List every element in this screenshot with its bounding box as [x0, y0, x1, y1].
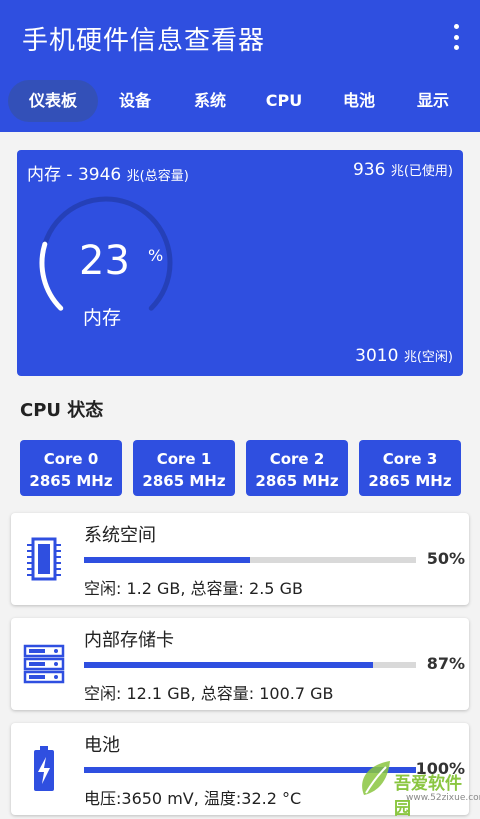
core-frequency: 2865 MHz — [368, 472, 452, 490]
system-space-card[interactable]: 系统空间 50% 空闲: 1.2 GB, 总容量: 2.5 GB — [11, 513, 469, 605]
memory-total-label: 内存 - 3946 — [27, 165, 122, 185]
core-1-card[interactable]: Core 1 2865 MHz — [133, 440, 235, 496]
system-space-title: 系统空间 — [84, 525, 156, 546]
tab-cpu[interactable]: CPU — [255, 80, 313, 122]
system-space-percent: 50% — [426, 549, 465, 568]
tab-dashboard[interactable]: 仪表板 — [8, 80, 98, 122]
core-name: Core 0 — [43, 450, 99, 468]
memory-used-unit: 兆(已使用) — [390, 164, 453, 179]
internal-storage-percent: 87% — [426, 654, 465, 673]
cpu-section-title: CPU 状态 — [20, 400, 104, 421]
internal-storage-progress — [84, 662, 416, 668]
core-name: Core 1 — [156, 450, 212, 468]
app-title: 手机硬件信息查看器 — [22, 26, 266, 56]
core-3-card[interactable]: Core 3 2865 MHz — [359, 440, 461, 496]
core-frequency: 2865 MHz — [255, 472, 339, 490]
tab-display[interactable]: 显示 — [403, 80, 463, 122]
core-0-card[interactable]: Core 0 2865 MHz — [20, 440, 122, 496]
core-frequency: 2865 MHz — [142, 472, 226, 490]
core-2-card[interactable]: Core 2 2865 MHz — [246, 440, 348, 496]
memory-chip-icon — [27, 537, 61, 581]
memory-free-value: 3010 — [355, 346, 399, 366]
tab-battery[interactable]: 电池 — [330, 80, 388, 122]
system-space-progress — [84, 557, 416, 563]
server-icon — [23, 644, 65, 684]
memory-card[interactable]: 内存 - 3946 兆(总容量) 936 兆(已使用) 23 % 内存 3010… — [17, 150, 463, 376]
battery-icon — [34, 746, 54, 791]
memory-free: 3010 兆(空闲) — [355, 346, 453, 366]
memory-percent: 23 — [79, 238, 130, 284]
memory-free-unit: 兆(空闲) — [403, 350, 453, 365]
tab-system[interactable]: 系统 — [180, 80, 240, 122]
tab-bar: 仪表板 设备 系统 CPU 电池 显示 — [0, 80, 480, 126]
memory-used: 936 兆(已使用) — [353, 160, 453, 180]
system-space-progress-fill — [84, 557, 250, 563]
system-space-detail: 空闲: 1.2 GB, 总容量: 2.5 GB — [84, 579, 303, 598]
battery-detail: 电压:3650 mV, 温度:32.2 °C — [84, 789, 302, 808]
core-name: Core 3 — [382, 450, 438, 468]
memory-gauge-label: 内存 — [83, 307, 122, 329]
core-frequency: 2865 MHz — [29, 472, 113, 490]
app-bar: 手机硬件信息查看器 仪表板 设备 系统 CPU 电池 显示 — [0, 0, 480, 132]
memory-total: 内存 - 3946 兆(总容量) — [27, 160, 189, 185]
more-options-icon[interactable] — [446, 22, 466, 52]
watermark-url: www.52zixue.com — [406, 793, 480, 803]
memory-percent-sign: % — [148, 246, 164, 265]
core-name: Core 2 — [269, 450, 325, 468]
internal-storage-progress-fill — [84, 662, 373, 668]
internal-storage-title: 内部存储卡 — [84, 630, 174, 651]
memory-used-value: 936 — [352, 160, 386, 180]
watermark: 吾爱软件园 www.52zixue.com — [354, 755, 480, 819]
internal-storage-card[interactable]: 内部存储卡 87% 空闲: 12.1 GB, 总容量: 100.7 GB — [11, 618, 469, 710]
memory-total-unit: 兆(总容量) — [126, 169, 189, 184]
tab-device[interactable]: 设备 — [105, 80, 165, 122]
internal-storage-detail: 空闲: 12.1 GB, 总容量: 100.7 GB — [84, 684, 334, 703]
battery-title: 电池 — [84, 735, 120, 756]
